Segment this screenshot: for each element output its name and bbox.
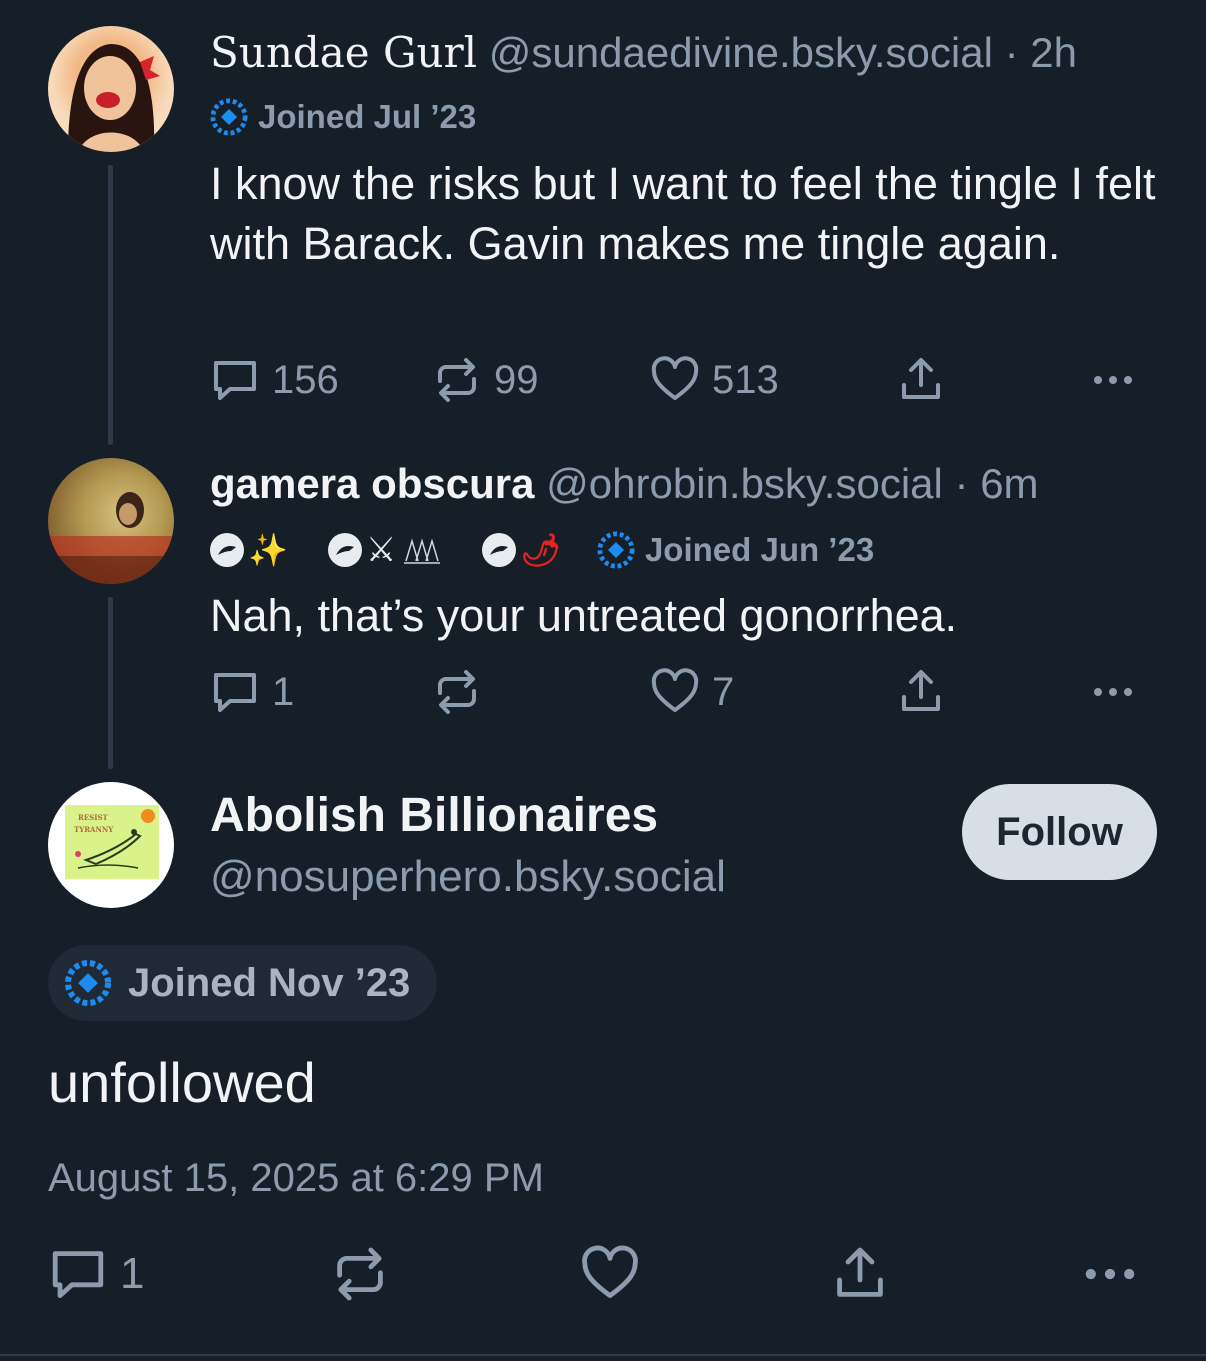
heart-icon <box>582 1245 638 1298</box>
more-options-button[interactable] <box>1078 1244 1142 1304</box>
joined-date: Joined Jun ’23 <box>644 531 875 568</box>
sparkles-emoji: ✨ <box>248 532 288 568</box>
joined-date: Joined Nov ’23 <box>128 960 411 1005</box>
more-icon <box>1094 688 1132 696</box>
bird-badge-icon <box>327 533 362 567</box>
reply-count: 1 <box>120 1249 145 1298</box>
profile-badges: ✨ ⚔ 🌶 Joined Jun ’23 <box>210 530 874 570</box>
author-handle[interactable]: @sundaedivine.bsky.social <box>489 29 993 76</box>
reply-icon <box>52 1251 104 1298</box>
reply-icon <box>214 361 256 400</box>
bird-badge-icon <box>210 533 244 567</box>
author-name[interactable]: Sundae Gurl <box>210 28 477 77</box>
main-author-name[interactable]: Abolish Billionaires <box>210 788 658 843</box>
bluesky-starter-icon <box>65 960 111 1006</box>
heart-icon <box>651 356 699 400</box>
post-actions: 156 99 513 <box>210 350 1150 410</box>
more-options-button[interactable] <box>1088 662 1138 722</box>
more-icon <box>1085 1268 1135 1280</box>
reply-count: 156 <box>272 357 339 402</box>
ships-icon <box>404 538 441 564</box>
like-count: 7 <box>712 669 735 714</box>
like-count: 513 <box>712 357 779 402</box>
repost-icon <box>438 358 476 402</box>
avatar-text-tyranny: TYRANNY <box>74 825 114 834</box>
reply-button[interactable]: 1 <box>48 1244 144 1304</box>
main-author-handle[interactable]: @nosuperhero.bsky.social <box>210 852 726 902</box>
main-post-actions: 1 <box>48 1244 1158 1304</box>
separator: · <box>942 460 981 507</box>
heart-icon <box>651 668 699 712</box>
bird-badge-icon <box>482 533 517 567</box>
post-text: Nah, that’s your untreated gonorrhea. <box>210 590 958 641</box>
share-icon <box>902 670 940 711</box>
post-time[interactable]: 2h <box>1030 29 1077 76</box>
repost-button[interactable] <box>432 662 494 722</box>
like-button[interactable] <box>580 1244 640 1304</box>
separator: · <box>992 29 1031 76</box>
pepper-emoji: 🌶 <box>520 532 561 568</box>
reply-count: 1 <box>272 669 295 714</box>
bluesky-starter-icon <box>210 98 248 136</box>
main-post-text: unfollowed <box>48 1051 316 1114</box>
repost-button[interactable] <box>330 1244 390 1304</box>
joined-badge: Joined Jul ’23 <box>210 98 476 136</box>
reply-icon <box>214 673 256 712</box>
repost-count: 99 <box>494 357 539 402</box>
post-text: I know the risks but I want to feel the … <box>210 158 1156 269</box>
share-button[interactable] <box>896 662 946 722</box>
repost-button[interactable]: 99 <box>432 350 539 410</box>
post-timestamp: August 15, 2025 at 6:29 PM <box>48 1156 544 1200</box>
avatar-gamera-obscura[interactable] <box>48 458 174 584</box>
repost-icon <box>438 670 476 714</box>
repost-icon <box>337 1247 383 1301</box>
reply-button[interactable]: 156 <box>210 350 339 410</box>
more-options-button[interactable] <box>1088 350 1138 410</box>
post-actions: 1 7 <box>210 662 1150 722</box>
more-icon <box>1094 376 1132 384</box>
like-button[interactable]: 7 <box>650 662 734 722</box>
like-button[interactable]: 513 <box>650 350 779 410</box>
thread-line <box>108 165 113 445</box>
divider <box>0 1354 1206 1356</box>
thread-line <box>108 597 113 769</box>
joined-badge: Joined Nov ’23 <box>48 945 437 1021</box>
avatar-abolish-billionaires[interactable]: RESIST TYRANNY <box>48 782 174 908</box>
post-header: gamera obscura @ohrobin.bsky.social · 6m <box>210 460 1039 508</box>
share-button[interactable] <box>896 350 946 410</box>
post-time[interactable]: 6m <box>980 460 1038 507</box>
author-name[interactable]: gamera obscura <box>210 460 534 507</box>
share-button[interactable] <box>830 1244 890 1304</box>
avatar-sundae-gurl[interactable] <box>48 26 174 152</box>
author-handle[interactable]: @ohrobin.bsky.social <box>546 460 943 507</box>
post-header: Sundae Gurl @sundaedivine.bsky.social · … <box>210 28 1077 77</box>
swords-emoji: ⚔ <box>365 531 397 569</box>
avatar-text-resist: RESIST <box>78 813 109 822</box>
reply-button[interactable]: 1 <box>210 662 294 722</box>
joined-date: Joined Jul ’23 <box>258 98 477 135</box>
share-icon <box>837 1247 883 1297</box>
bluesky-starter-icon <box>597 531 635 569</box>
follow-button[interactable]: Follow <box>962 784 1157 880</box>
share-icon <box>902 358 940 399</box>
